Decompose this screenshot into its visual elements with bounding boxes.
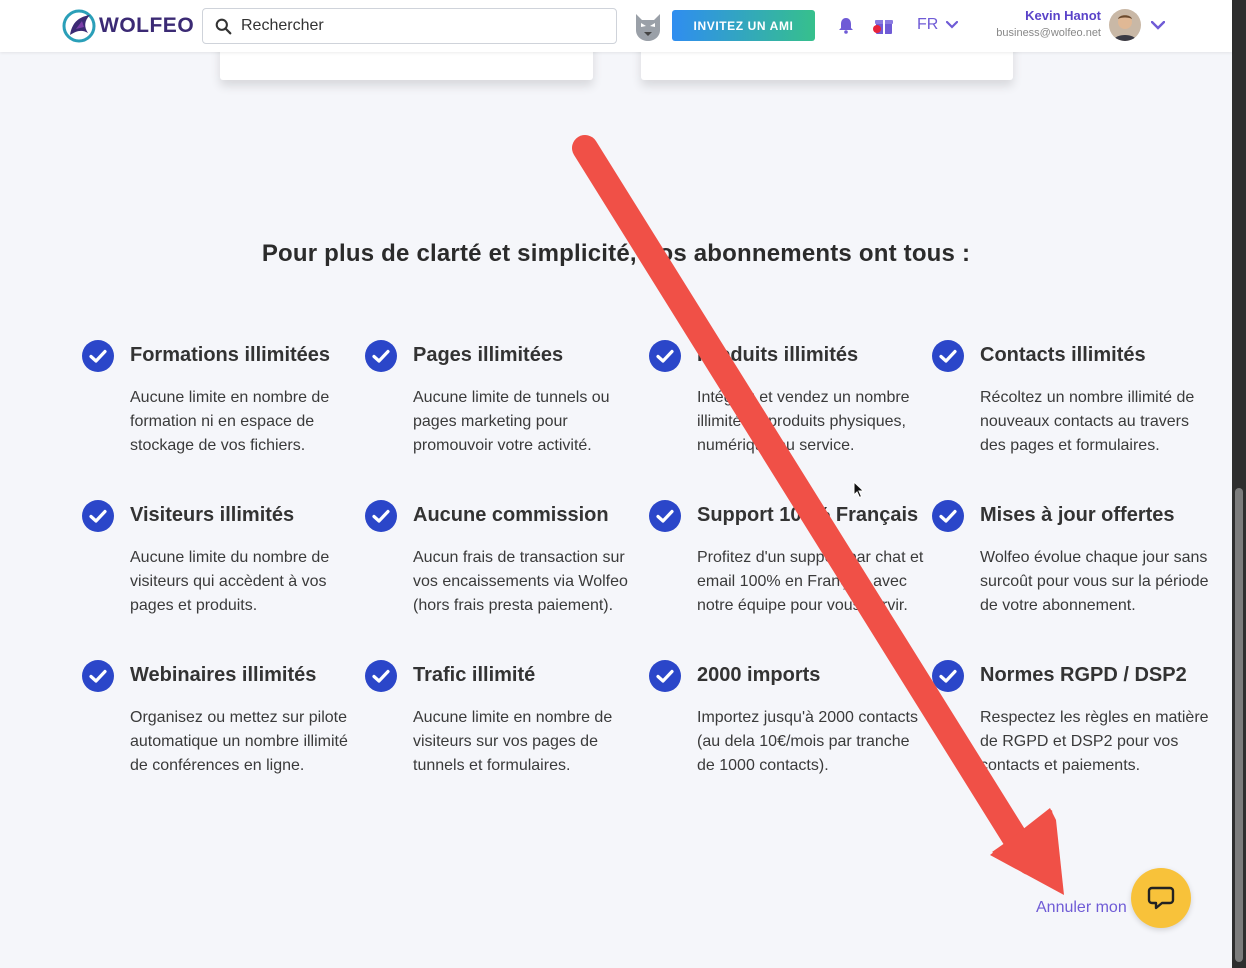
chevron-down-icon — [946, 21, 959, 29]
section-title: Pour plus de clarté et simplicité, nos a… — [261, 240, 971, 267]
check-circle-icon — [649, 340, 681, 372]
check-circle-icon — [82, 500, 114, 532]
user-email: business@wolfeo.net — [996, 27, 1101, 39]
feature-description: Aucune limite de tunnels ou pages market… — [413, 389, 610, 454]
feature-description: Aucun frais de transaction sur vos encai… — [413, 549, 628, 614]
mouse-cursor-icon — [853, 481, 865, 499]
bell-icon[interactable] — [838, 17, 854, 34]
feature-description: Aucune limite du nombre de visiteurs qui… — [130, 549, 330, 614]
brand-name: WOLFEO — [99, 14, 195, 37]
feature-title: 2000 imports — [697, 664, 821, 686]
check-circle-icon — [932, 340, 964, 372]
feature-title: Trafic illimité — [413, 664, 536, 686]
feature-title: Support 100% Français — [697, 504, 919, 526]
annotation-arrow — [572, 135, 1064, 895]
language-label: FR — [917, 16, 939, 33]
check-circle-icon — [82, 340, 114, 372]
search-box[interactable] — [202, 8, 617, 44]
language-selector[interactable]: FR — [917, 16, 959, 34]
invite-friend-button[interactable]: INVITEZ UN AMI — [672, 10, 815, 41]
wolf-logo-icon — [62, 9, 96, 43]
check-circle-icon — [649, 660, 681, 692]
avatar[interactable] — [1109, 9, 1141, 41]
feature-description: Profitez d'un support par chat et email … — [697, 549, 924, 614]
feature-description: Intégrez et vendez un nombre illimité de… — [697, 389, 910, 454]
feature-title: Webinaires illimités — [130, 664, 317, 686]
chat-support-button[interactable] — [1131, 868, 1191, 928]
check-circle-icon — [932, 660, 964, 692]
feature-description: Récoltez un nombre illimité de nouveaux … — [980, 389, 1195, 454]
feature-description: Importez jusqu'à 2000 contacts (au dela … — [697, 709, 918, 774]
brand-logo[interactable]: WOLFEO — [62, 9, 194, 43]
feature-title: Contacts illimités — [980, 344, 1146, 366]
feature-title: Visiteurs illimités — [130, 504, 295, 526]
chat-bubble-icon — [1147, 886, 1175, 910]
feature-title: Normes RGPD / DSP2 — [980, 664, 1187, 686]
feature-title: Formations illimitées — [130, 344, 331, 366]
scrollbar-thumb[interactable] — [1235, 488, 1243, 962]
user-name: Kevin Hanot — [1025, 8, 1101, 23]
feature-title: Pages illimitées — [413, 344, 564, 366]
cancel-subscription-link[interactable]: Annuler mon — [1036, 899, 1127, 917]
search-icon — [215, 18, 232, 34]
user-info[interactable]: Kevin Hanot business@wolfeo.net — [996, 8, 1101, 39]
check-circle-icon — [365, 500, 397, 532]
user-menu-chevron-icon[interactable] — [1151, 21, 1165, 30]
check-circle-icon — [365, 660, 397, 692]
gift-icon[interactable] — [872, 16, 894, 35]
wolf-mascot-icon[interactable] — [632, 10, 664, 42]
feature-description: Aucune limite en nombre de formation ni … — [130, 389, 330, 454]
check-circle-icon — [82, 660, 114, 692]
feature-description: Respectez les règles en matière de RGPD … — [980, 709, 1209, 774]
feature-title: Aucune commission — [413, 504, 609, 526]
feature-description: Aucune limite en nombre de visiteurs sur… — [413, 709, 613, 774]
feature-description: Wolfeo évolue chaque jour sans surcoût p… — [980, 549, 1209, 614]
feature-title: Mises à jour offertes — [980, 504, 1175, 526]
check-circle-icon — [649, 500, 681, 532]
feature-title: Produits illimités — [697, 344, 859, 366]
feature-description: Organisez ou mettez sur pilote automatiq… — [130, 709, 348, 774]
check-circle-icon — [365, 340, 397, 372]
search-input[interactable] — [241, 17, 601, 35]
top-header: WOLFEO INVITEZ UN AMI FR Kevin Hanot bus… — [0, 0, 1232, 52]
check-circle-icon — [932, 500, 964, 532]
